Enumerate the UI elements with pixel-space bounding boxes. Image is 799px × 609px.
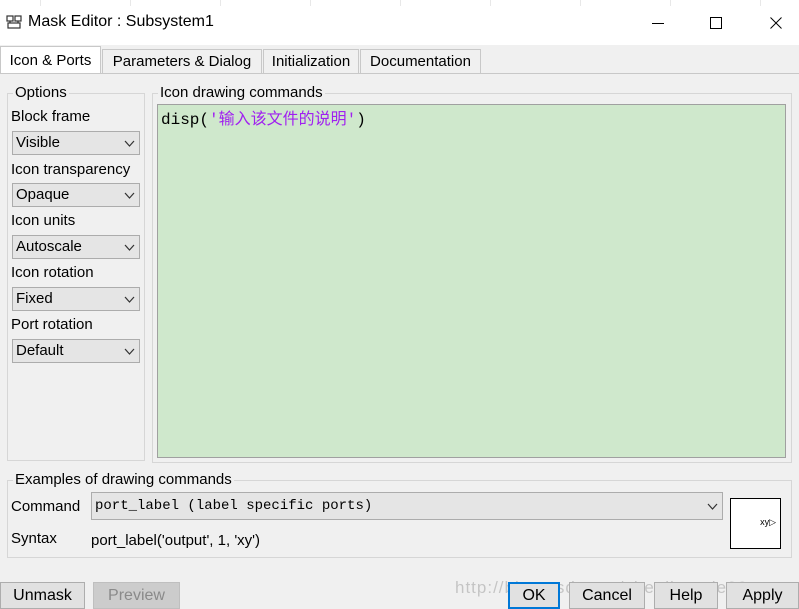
code-function: disp( xyxy=(161,111,210,129)
block-frame-label: Block frame xyxy=(11,108,91,125)
chevron-down-icon xyxy=(124,140,135,147)
mask-editor-app-icon xyxy=(6,14,22,30)
chevron-down-icon xyxy=(124,296,135,303)
command-value: port_label (label specific ports) xyxy=(95,498,373,514)
apply-button[interactable]: Apply xyxy=(726,582,799,609)
preview-button[interactable]: Preview xyxy=(93,582,180,609)
ok-button[interactable]: OK xyxy=(508,582,560,609)
cancel-button[interactable]: Cancel xyxy=(569,582,645,609)
title-bar-background xyxy=(0,0,799,6)
drawing-command-code: disp('输入该文件的说明') xyxy=(161,110,366,130)
options-group-title: Options xyxy=(13,84,69,102)
mask-editor-window: Mask Editor : Subsystem1 Icon & Ports Pa… xyxy=(0,0,799,609)
title-bar: Mask Editor : Subsystem1 xyxy=(0,0,799,45)
chevron-down-icon xyxy=(124,348,135,355)
tab-icon-ports[interactable]: Icon & Ports xyxy=(0,46,101,74)
tab-bar: Icon & Ports Parameters & Dialog Initial… xyxy=(0,46,799,74)
icon-rotation-label: Icon rotation xyxy=(11,264,94,281)
chevron-down-icon xyxy=(124,244,135,251)
syntax-label: Syntax xyxy=(11,530,57,547)
unmask-button[interactable]: Unmask xyxy=(0,582,85,609)
icon-rotation-value: Fixed xyxy=(16,290,53,307)
icon-units-label: Icon units xyxy=(11,212,76,229)
code-close-paren: ) xyxy=(356,111,366,129)
icon-transparency-label: Icon transparency xyxy=(11,161,131,178)
block-frame-select[interactable]: Visible xyxy=(12,131,140,155)
tab-underline xyxy=(0,73,799,74)
help-button[interactable]: Help xyxy=(654,582,718,609)
window-title: Mask Editor : Subsystem1 xyxy=(28,13,214,30)
syntax-value: port_label('output', 1, 'xy') xyxy=(91,532,261,549)
drawing-commands-title: Icon drawing commands xyxy=(158,84,325,102)
maximize-icon xyxy=(710,17,722,29)
tab-parameters-dialog[interactable]: Parameters & Dialog xyxy=(102,49,262,73)
code-string: '输入该文件的说明' xyxy=(209,111,357,129)
port-rotation-select[interactable]: Default xyxy=(12,339,140,363)
preview-port-label: xy▷ xyxy=(760,517,776,527)
icon-units-value: Autoscale xyxy=(16,238,82,255)
icon-preview: xy▷ xyxy=(730,498,781,549)
icon-transparency-value: Opaque xyxy=(16,186,70,203)
port-rotation-label: Port rotation xyxy=(11,316,93,333)
icon-transparency-select[interactable]: Opaque xyxy=(12,183,140,207)
command-select[interactable]: port_label (label specific ports) xyxy=(91,492,723,520)
tab-initialization[interactable]: Initialization xyxy=(263,49,359,73)
icon-rotation-select[interactable]: Fixed xyxy=(12,287,140,311)
block-frame-value: Visible xyxy=(16,134,60,151)
tab-documentation[interactable]: Documentation xyxy=(360,49,481,73)
examples-title: Examples of drawing commands xyxy=(13,471,234,489)
icon-units-select[interactable]: Autoscale xyxy=(12,235,140,259)
minimize-button[interactable] xyxy=(638,8,678,38)
close-button[interactable] xyxy=(756,8,796,38)
maximize-button[interactable] xyxy=(696,8,736,38)
close-icon xyxy=(770,17,782,29)
minimize-icon xyxy=(652,23,664,24)
port-rotation-value: Default xyxy=(16,342,64,359)
chevron-down-icon xyxy=(124,192,135,199)
drawing-commands-editor[interactable]: disp('输入该文件的说明') xyxy=(157,104,786,458)
command-label: Command xyxy=(11,498,81,515)
chevron-down-icon xyxy=(707,503,718,510)
